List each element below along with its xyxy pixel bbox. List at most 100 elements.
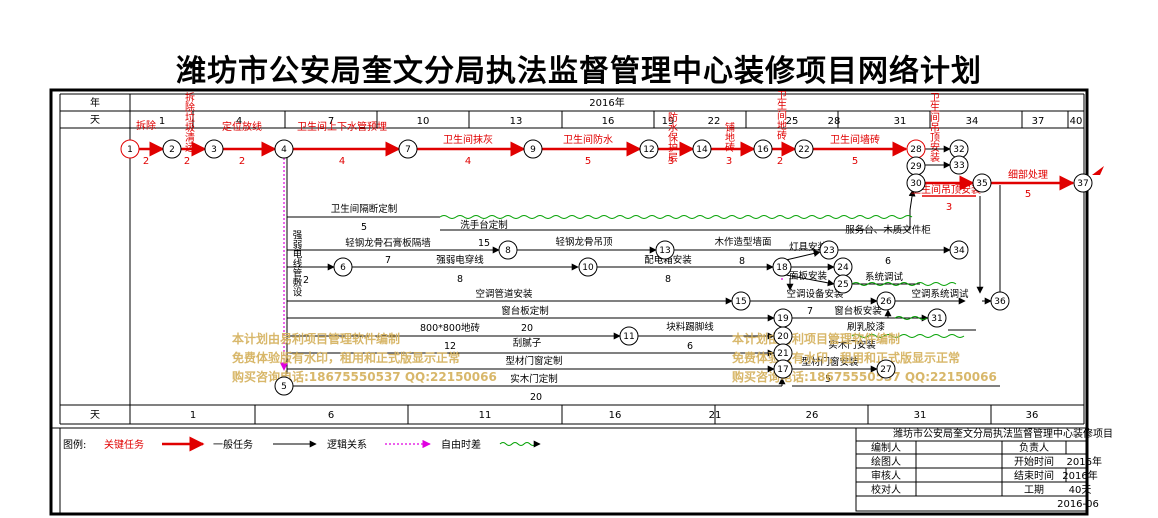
watermark-line: 购买咨询电话:18675550537 QQ:22150066: [732, 369, 997, 384]
top-day-22: 22: [708, 116, 721, 127]
svg-text:7: 7: [405, 145, 411, 155]
node[interactable]: 9: [523, 139, 543, 159]
svg-text:28: 28: [910, 145, 922, 155]
legend: 图例: 关键任务 一般任务 逻辑关系 自由时差: [63, 436, 541, 452]
node[interactable]: 10: [578, 257, 598, 277]
task-duration: 4: [339, 156, 345, 167]
top-day-1: 1: [159, 116, 165, 127]
node[interactable]: 31: [927, 308, 947, 328]
svg-text:29: 29: [910, 162, 922, 172]
task-duration: 5: [585, 156, 591, 167]
node[interactable]: 4: [274, 139, 294, 159]
review-label: 审核人: [871, 469, 901, 482]
svg-text:6: 6: [340, 263, 346, 273]
node[interactable]: 14: [692, 139, 712, 159]
duration-label: 工期: [1024, 484, 1044, 496]
svg-text:17: 17: [777, 365, 788, 375]
node[interactable]: 1: [120, 139, 140, 159]
end-value: 2016年: [1062, 469, 1097, 482]
task-duration: 5: [852, 156, 858, 167]
top-day-13: 13: [510, 116, 523, 127]
svg-text:26: 26: [880, 297, 892, 307]
node[interactable]: 15: [731, 291, 751, 311]
svg-text:37: 37: [1077, 179, 1088, 189]
node[interactable]: 5: [274, 376, 294, 396]
task-label: 轻钢龙骨吊顶: [555, 236, 613, 248]
task-duration: 7: [385, 255, 391, 266]
task-duration: 4: [465, 156, 471, 167]
svg-text:15: 15: [735, 297, 746, 307]
svg-text:4: 4: [281, 145, 287, 155]
start-value: 2016年: [1067, 455, 1102, 468]
task-label: 强弱电穿线: [436, 254, 484, 266]
task-label-vertical: 卫生间吊顶安装: [928, 92, 940, 163]
legend-logic-label: 逻辑关系: [327, 438, 367, 451]
task-label: 卫生间上下水管预埋: [297, 120, 387, 133]
svg-text:33: 33: [953, 161, 964, 171]
node[interactable]: 23: [819, 240, 839, 260]
task-label: 木作造型墙面: [714, 236, 771, 248]
svg-text:24: 24: [837, 263, 849, 273]
node[interactable]: 28: [906, 139, 926, 159]
bottom-day-31: 31: [914, 410, 927, 421]
node[interactable]: 17: [773, 359, 793, 379]
node[interactable]: 34: [949, 240, 969, 260]
watermark-line: 本计划由易利项目管理软件编制: [232, 331, 400, 346]
task-duration: 2: [303, 275, 309, 286]
svg-text:36: 36: [994, 297, 1006, 307]
top-day-40: 40: [1070, 116, 1083, 127]
node[interactable]: 29: [906, 156, 926, 176]
svg-text:1: 1: [127, 145, 133, 155]
bottom-day-21: 21: [709, 410, 722, 421]
task-label: 实木门定制: [510, 373, 558, 385]
date-value: 2016-06: [1057, 499, 1099, 510]
node[interactable]: 11: [619, 326, 639, 346]
task-duration: 6: [687, 341, 693, 352]
node[interactable]: 8: [498, 240, 518, 260]
node[interactable]: 30: [906, 173, 926, 193]
task-duration: 2: [777, 156, 783, 167]
task-label: 洗手台定制: [460, 219, 508, 231]
node[interactable]: 21: [773, 343, 793, 363]
node[interactable]: 3: [204, 139, 224, 159]
task-duration: 8: [457, 274, 463, 285]
svg-text:22: 22: [798, 145, 809, 155]
bottom-day-1: 1: [190, 410, 196, 421]
node[interactable]: 18: [772, 257, 792, 277]
node[interactable]: 27: [876, 359, 896, 379]
svg-text:27: 27: [880, 365, 891, 375]
node[interactable]: 6: [333, 257, 353, 277]
node[interactable]: 36: [990, 291, 1010, 311]
task-duration: 20: [521, 323, 533, 334]
node[interactable]: 2: [162, 139, 182, 159]
node[interactable]: 37: [1073, 173, 1093, 193]
svg-text:14: 14: [696, 145, 708, 155]
top-day-25: 25: [786, 116, 799, 127]
node[interactable]: 22: [794, 139, 814, 159]
node[interactable]: 7: [398, 139, 418, 159]
watermark-line: 免费体验版有水印，租用和正式版显示正常: [232, 350, 460, 365]
task-label: 卫生间墙砖: [830, 133, 880, 146]
svg-text:20: 20: [777, 332, 789, 342]
node[interactable]: 26: [876, 291, 896, 311]
node[interactable]: 33: [949, 155, 969, 175]
svg-text:10: 10: [582, 263, 594, 273]
node[interactable]: 20: [773, 326, 793, 346]
node[interactable]: 24: [833, 257, 853, 277]
task-label: 卫生间抹灰: [443, 133, 493, 146]
node[interactable]: 35: [972, 173, 992, 193]
svg-text:2: 2: [169, 145, 175, 155]
task-duration: 3: [726, 156, 732, 167]
node[interactable]: 25: [833, 274, 853, 294]
day-label-top: 天: [90, 115, 100, 126]
task-duration: 5: [361, 222, 367, 233]
node[interactable]: 32: [949, 139, 969, 159]
node[interactable]: 16: [753, 139, 773, 159]
legend-normal-label: 一般任务: [213, 438, 253, 451]
bottom-day-dividers: [254, 405, 992, 424]
node[interactable]: 12: [639, 139, 659, 159]
svg-text:21: 21: [777, 349, 788, 359]
node[interactable]: 13: [655, 240, 675, 260]
node[interactable]: 19: [773, 308, 793, 328]
task-label: 刮腻子: [513, 337, 542, 349]
